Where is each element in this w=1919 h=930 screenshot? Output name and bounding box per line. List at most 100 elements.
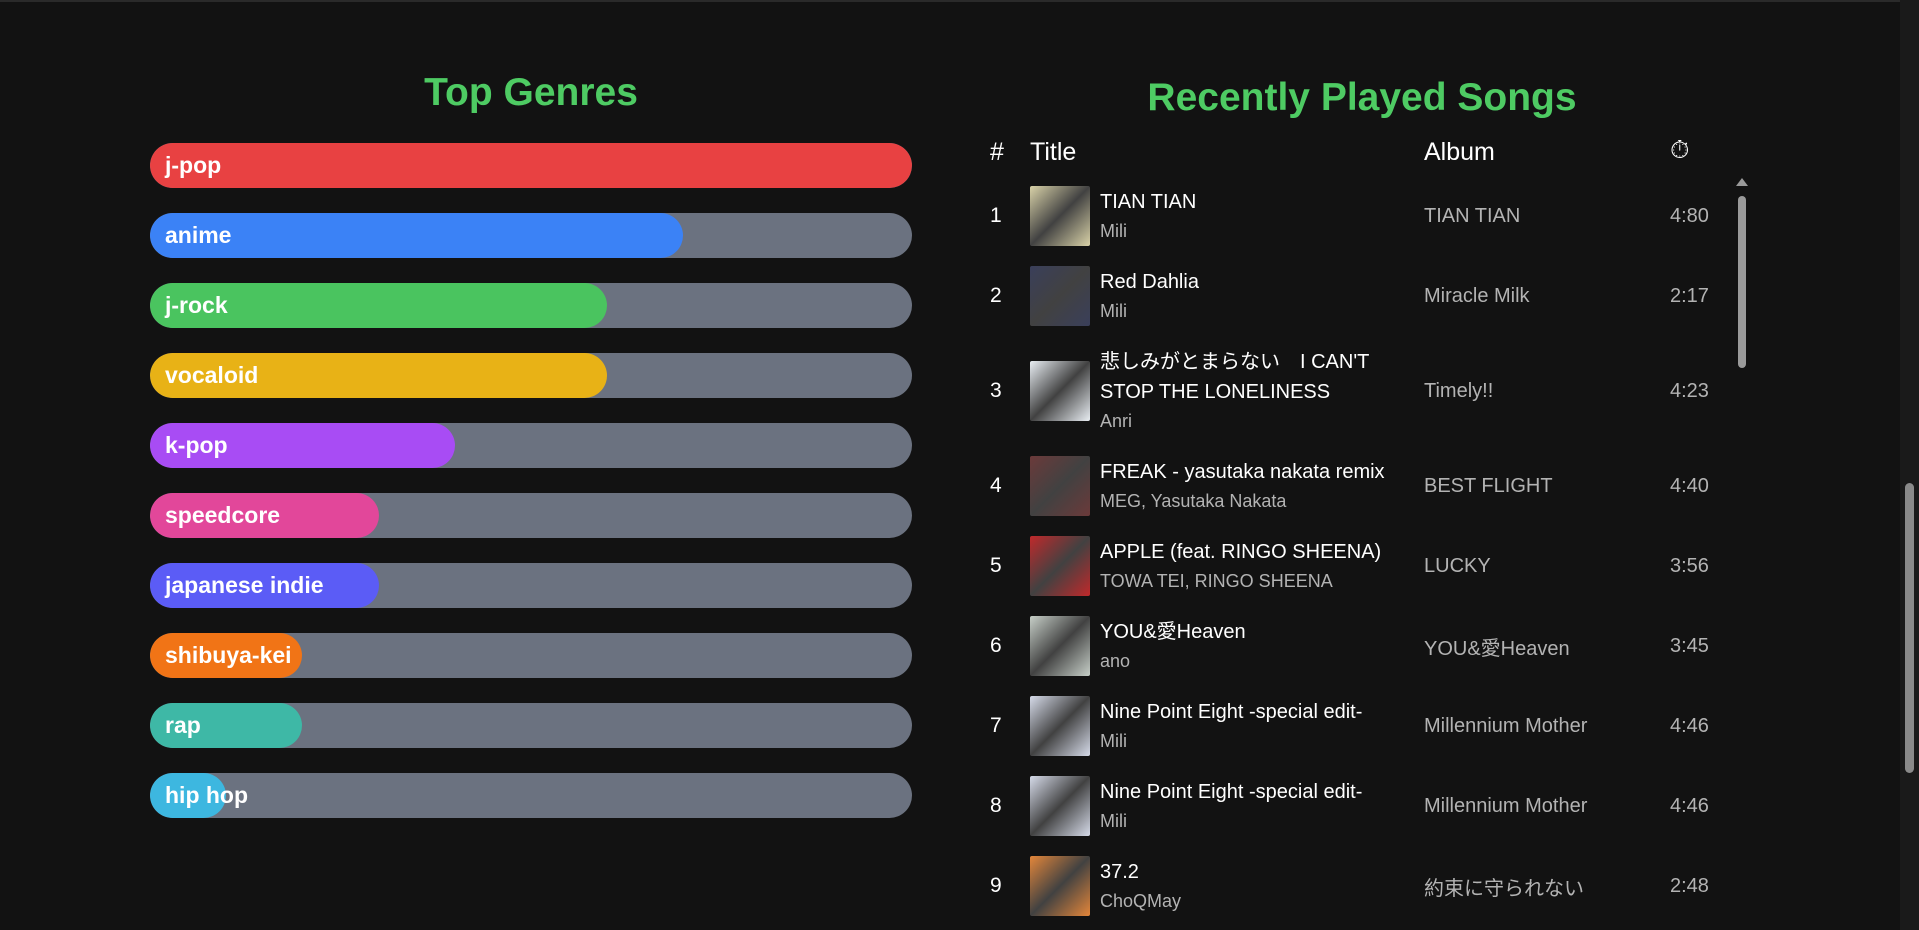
song-row[interactable]: 9 37.2 ChoQMay 約束に守られない 2:48	[982, 846, 1742, 926]
genre-label: rap	[165, 712, 201, 738]
song-info: FREAK - yasutaka nakata remix MEG, Yasuta…	[1100, 446, 1420, 526]
song-duration: 2:17	[1670, 284, 1709, 307]
song-title[interactable]: TIAN TIAN	[1100, 187, 1420, 217]
song-title[interactable]: APPLE (feat. RINGO SHEENA)	[1100, 537, 1420, 567]
song-number: 4	[990, 474, 1002, 497]
song-album[interactable]: Miracle Milk	[1424, 256, 1530, 336]
album-cover[interactable]	[1030, 186, 1090, 246]
page-scroll-thumb[interactable]	[1905, 483, 1914, 773]
genre-bar: j-pop	[150, 143, 912, 188]
album-cover[interactable]	[1030, 856, 1090, 916]
song-row[interactable]: 4 FREAK - yasutaka nakata remix MEG, Yasut…	[982, 446, 1742, 526]
song-number: 1	[990, 204, 1002, 227]
song-artist[interactable]: Mili	[1100, 807, 1420, 835]
recently-played-section: Recently Played Songs # Title Album ⏱ 1 T…	[982, 70, 1748, 926]
genre-label: speedcore	[165, 502, 281, 528]
top-genres-title: Top Genres	[424, 71, 638, 114]
genre-label: hip hop	[165, 782, 249, 808]
song-artist[interactable]: Mili	[1100, 217, 1420, 245]
song-info: Nine Point Eight -special edit- Mili	[1100, 686, 1420, 766]
genre-bar: hip hop	[150, 773, 912, 818]
song-album[interactable]: Timely!!	[1424, 336, 1493, 446]
song-row[interactable]: 8 Nine Point Eight -special edit- Mili Mill…	[982, 766, 1742, 846]
genre-label: j-pop	[165, 152, 222, 178]
song-title[interactable]: 悲しみがとまらない I CAN'T STOP THE LONELINESS	[1100, 347, 1420, 407]
genre-bar-fill	[150, 143, 912, 188]
album-cover[interactable]	[1030, 456, 1090, 516]
album-cover[interactable]	[1030, 536, 1090, 596]
song-album[interactable]: BEST FLIGHT	[1424, 446, 1553, 526]
song-info: 37.2 ChoQMay	[1100, 846, 1420, 926]
song-number: 9	[990, 874, 1002, 897]
song-duration: 2:48	[1670, 874, 1709, 897]
song-row[interactable]: 3 悲しみがとまらない I CAN'T STOP THE LONELINESS An…	[982, 336, 1742, 446]
song-duration: 3:56	[1670, 554, 1709, 577]
album-cover[interactable]	[1030, 776, 1090, 836]
song-info: YOU&愛Heaven ano	[1100, 606, 1420, 686]
album-cover[interactable]	[1030, 696, 1090, 756]
timer-icon: ⏱	[1670, 136, 1690, 164]
song-number: 7	[990, 714, 1002, 737]
album-cover[interactable]	[1030, 266, 1090, 326]
genre-list: j-pop anime j-rock vocaloid k-pop speedcore ja…	[150, 143, 912, 818]
genre-bar: j-rock	[150, 283, 912, 328]
genre-bar: japanese indie	[150, 563, 912, 608]
song-duration: 4:80	[1670, 204, 1709, 227]
song-artist[interactable]: Anri	[1100, 407, 1420, 435]
song-artist[interactable]: MEG, Yasutaka Nakata	[1100, 487, 1420, 515]
genre-label: k-pop	[165, 432, 228, 458]
song-album[interactable]: Millennium Mother	[1424, 686, 1587, 766]
album-cover[interactable]	[1030, 361, 1090, 421]
song-album[interactable]: TIAN TIAN	[1424, 176, 1520, 256]
song-row[interactable]: 6 YOU&愛Heaven ano YOU&愛Heaven 3:45	[982, 606, 1742, 686]
song-duration: 4:40	[1670, 474, 1709, 497]
songs-table-header: # Title Album ⏱	[982, 132, 1742, 176]
song-number: 2	[990, 284, 1002, 307]
song-title[interactable]: Nine Point Eight -special edit-	[1100, 777, 1420, 807]
songs-list-scroll-thumb[interactable]	[1738, 196, 1746, 368]
song-row[interactable]: 7 Nine Point Eight -special edit- Mili Mill…	[982, 686, 1742, 766]
song-info: Red Dahlia Mili	[1100, 256, 1420, 336]
scroll-up-arrow-icon[interactable]	[1736, 178, 1748, 186]
genre-label: shibuya-kei	[165, 642, 292, 668]
song-row[interactable]: 1 TIAN TIAN Mili TIAN TIAN 4:80	[982, 176, 1742, 256]
song-album[interactable]: Millennium Mother	[1424, 766, 1587, 846]
songs-list-scrollbar[interactable]	[1734, 178, 1750, 828]
genre-label: j-rock	[165, 292, 228, 318]
song-row[interactable]: 5 APPLE (feat. RINGO SHEENA) TOWA TEI, RIN…	[982, 526, 1742, 606]
genre-label: anime	[165, 222, 232, 248]
song-artist[interactable]: TOWA TEI, RINGO SHEENA	[1100, 567, 1420, 595]
top-genres-section: Top Genres j-pop anime j-rock vocaloid k-pop…	[150, 65, 912, 843]
genre-bar: rap	[150, 703, 912, 748]
song-number: 3	[990, 379, 1002, 402]
song-artist[interactable]: Mili	[1100, 297, 1420, 325]
song-row[interactable]: 2 Red Dahlia Mili Miracle Milk 2:17	[982, 256, 1742, 336]
song-album[interactable]: YOU&愛Heaven	[1424, 606, 1570, 686]
page-scrollbar[interactable]	[1900, 0, 1919, 930]
song-title[interactable]: 37.2	[1100, 857, 1420, 887]
song-artist[interactable]: ano	[1100, 647, 1420, 675]
song-title[interactable]: Red Dahlia	[1100, 267, 1420, 297]
song-title[interactable]: FREAK - yasutaka nakata remix	[1100, 457, 1420, 487]
header-title: Title	[1030, 138, 1077, 166]
songs-list[interactable]: 1 TIAN TIAN Mili TIAN TIAN 4:80 2 Red Dahlia Mi…	[982, 176, 1742, 926]
header-album: Album	[1424, 138, 1495, 166]
song-title[interactable]: Nine Point Eight -special edit-	[1100, 697, 1420, 727]
recently-played-title: Recently Played Songs	[1147, 76, 1577, 119]
song-duration: 4:46	[1670, 794, 1709, 817]
song-duration: 4:46	[1670, 714, 1709, 737]
song-duration: 3:45	[1670, 634, 1709, 657]
song-artist[interactable]: ChoQMay	[1100, 887, 1420, 915]
song-number: 5	[990, 554, 1002, 577]
song-info: TIAN TIAN Mili	[1100, 176, 1420, 256]
song-album[interactable]: LUCKY	[1424, 526, 1491, 606]
song-info: APPLE (feat. RINGO SHEENA) TOWA TEI, RING…	[1100, 526, 1420, 606]
album-cover[interactable]	[1030, 616, 1090, 676]
song-title[interactable]: YOU&愛Heaven	[1100, 617, 1420, 647]
genre-label: japanese indie	[165, 572, 324, 598]
song-album[interactable]: 約束に守られない	[1424, 846, 1584, 926]
genre-label: vocaloid	[165, 362, 259, 388]
genre-bar: vocaloid	[150, 353, 912, 398]
top-border	[0, 0, 1919, 2]
song-artist[interactable]: Mili	[1100, 727, 1420, 755]
